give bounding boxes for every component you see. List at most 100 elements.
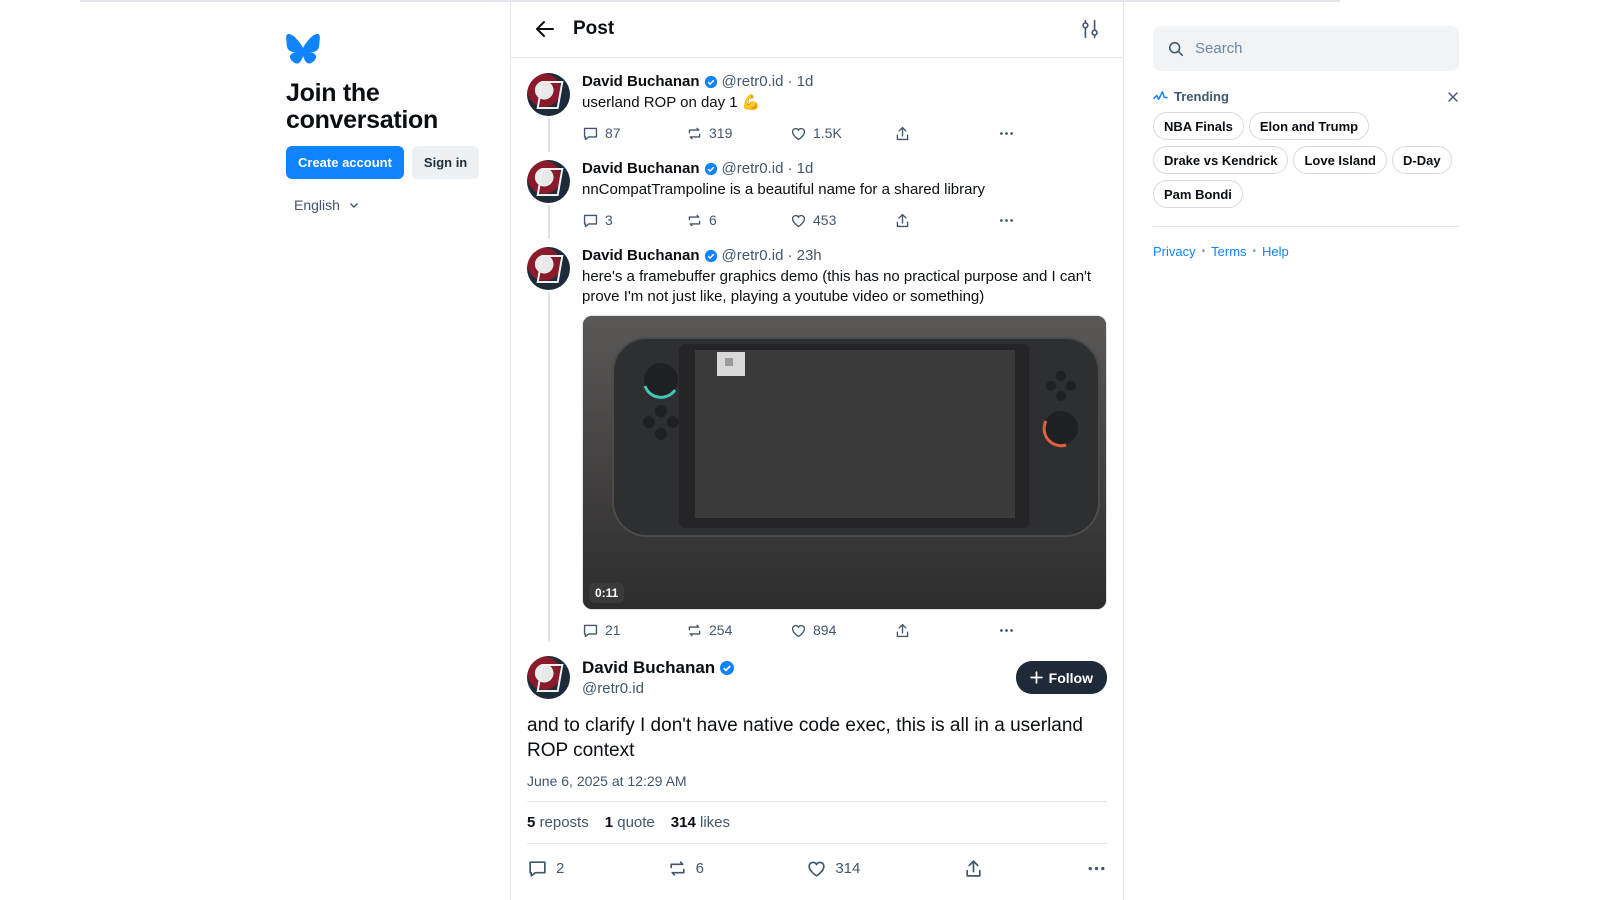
avatar[interactable] — [527, 160, 570, 203]
share-icon — [896, 213, 909, 227]
like-button[interactable]: 1.5K — [790, 125, 894, 142]
author-handle[interactable]: @retr0.id — [722, 247, 784, 264]
like-button[interactable]: 894 — [790, 622, 894, 639]
terms-link[interactable]: Terms — [1211, 244, 1246, 259]
quotes-stat[interactable]: 1 quote — [605, 814, 655, 831]
more-options-button[interactable] — [998, 125, 1015, 142]
language-label: English — [294, 197, 340, 213]
more-options-button[interactable] — [998, 212, 1015, 229]
author-handle[interactable]: @retr0.id — [722, 160, 784, 177]
more-options-button[interactable] — [1086, 858, 1107, 879]
avatar[interactable] — [527, 73, 570, 116]
reposts-stat[interactable]: 5 reposts — [527, 814, 589, 831]
trending-topic-chip[interactable]: Elon and Trump — [1248, 112, 1370, 140]
heart-icon — [791, 624, 806, 637]
like-button[interactable]: 453 — [790, 212, 894, 229]
trending-topic-chip[interactable]: NBA Finals — [1153, 112, 1244, 140]
trending-topic-chip[interactable]: Love Island — [1293, 146, 1387, 174]
author-handle[interactable]: @retr0.id — [722, 73, 784, 90]
share-icon — [896, 126, 909, 140]
trending-topic-chip[interactable]: Drake vs Kendrick — [1153, 146, 1289, 174]
reply-button[interactable]: 3 — [582, 212, 686, 229]
trending-topics: NBA Finals Elon and Trump Drake vs Kendr… — [1153, 112, 1459, 208]
post-time: · 23h — [787, 247, 822, 264]
focused-post: David Buchanan @retr0.id Follow and to c… — [511, 642, 1123, 879]
verified-badge-icon — [720, 661, 735, 675]
thread-post[interactable]: David Buchanan @retr0.id · 1d nnCompatTr… — [511, 145, 1123, 239]
author-name[interactable]: David Buchanan — [582, 160, 700, 177]
share-button[interactable] — [894, 622, 998, 639]
heart-icon — [791, 127, 806, 140]
thread-connector — [548, 292, 550, 642]
handheld-console-video-frame — [583, 316, 1106, 609]
repost-icon — [688, 624, 701, 636]
author-name[interactable]: David Buchanan — [582, 73, 700, 90]
repost-count: 254 — [709, 622, 733, 638]
thread-settings-icon[interactable] — [1079, 18, 1101, 40]
engagement-stats: 5 reposts 1 quote 314 likes — [527, 802, 1107, 844]
quotes-stat-label: quote — [617, 814, 655, 831]
chevron-down-icon — [349, 203, 358, 208]
post-text: here's a framebuffer graphics demo (this… — [582, 268, 1092, 305]
share-button[interactable] — [963, 858, 984, 879]
trending-topic-chip[interactable]: Pam Bondi — [1153, 180, 1243, 208]
quotes-stat-count: 1 — [604, 814, 614, 831]
join-heading: Join the conversation — [286, 79, 439, 134]
reply-button[interactable]: 21 — [582, 622, 686, 639]
likes-stat-count: 314 — [670, 814, 696, 831]
trending-topic-chip[interactable]: D-Day — [1391, 146, 1452, 174]
video-duration: 0:11 — [589, 583, 625, 603]
create-account-button[interactable]: Create account — [286, 146, 404, 179]
repost-icon — [688, 127, 701, 139]
author-name[interactable]: David Buchanan — [582, 247, 700, 264]
right-sidebar: Search Trending NBA Finals Elon and Trum… — [1153, 26, 1459, 259]
like-count: 453 — [813, 212, 837, 228]
share-button[interactable] — [894, 125, 998, 142]
author-name[interactable]: David Buchanan — [582, 658, 715, 678]
separator-dot: • — [1252, 246, 1257, 257]
like-count: 894 — [813, 622, 837, 638]
more-options-button[interactable] — [998, 622, 1015, 639]
close-icon[interactable] — [1447, 91, 1459, 103]
butterfly-logo-icon — [286, 34, 320, 64]
likes-stat-label: likes — [699, 814, 730, 831]
reply-count: 87 — [605, 125, 621, 141]
repost-button[interactable]: 254 — [686, 622, 790, 639]
share-button[interactable] — [894, 212, 998, 229]
reply-button[interactable]: 2 — [527, 858, 564, 879]
repost-count: 319 — [709, 125, 733, 141]
language-selector[interactable]: English — [294, 197, 496, 213]
follow-button[interactable]: Follow — [1015, 661, 1107, 694]
ellipsis-icon — [1000, 218, 1013, 222]
thread-post[interactable]: David Buchanan @retr0.id · 1d userland R… — [511, 58, 1123, 152]
reply-count: 2 — [556, 860, 565, 877]
author-handle[interactable]: @retr0.id — [582, 680, 1016, 697]
post-time: · 1d — [787, 73, 814, 90]
repost-icon — [670, 861, 685, 876]
thread-post[interactable]: David Buchanan @retr0.id · 23h here's a … — [511, 232, 1123, 642]
reply-icon — [583, 624, 598, 637]
repost-button[interactable]: 319 — [686, 125, 790, 142]
page-title: Post — [573, 17, 615, 39]
repost-button[interactable]: 6 — [667, 858, 704, 879]
search-icon — [1168, 41, 1184, 56]
share-icon — [896, 623, 909, 637]
privacy-link[interactable]: Privacy — [1153, 244, 1196, 259]
trending-icon — [1153, 91, 1168, 101]
sign-in-button[interactable]: Sign in — [411, 146, 480, 179]
avatar[interactable] — [527, 656, 570, 699]
post-text: and to clarify I don't have native code … — [527, 715, 1084, 761]
reply-button[interactable]: 87 — [582, 125, 686, 142]
auth-buttons: Create account Sign in — [286, 146, 496, 179]
like-button[interactable]: 314 — [806, 858, 860, 879]
repost-count: 6 — [695, 860, 704, 877]
repost-button[interactable]: 6 — [686, 212, 790, 229]
likes-stat[interactable]: 314 likes — [671, 814, 730, 831]
search-box[interactable]: Search — [1153, 26, 1459, 71]
help-link[interactable]: Help — [1262, 244, 1289, 259]
avatar[interactable] — [527, 247, 570, 290]
ellipsis-icon — [1088, 866, 1105, 871]
divider — [1153, 226, 1459, 227]
back-arrow-icon[interactable] — [533, 17, 557, 41]
video-player[interactable]: 0:11 — [582, 315, 1107, 610]
